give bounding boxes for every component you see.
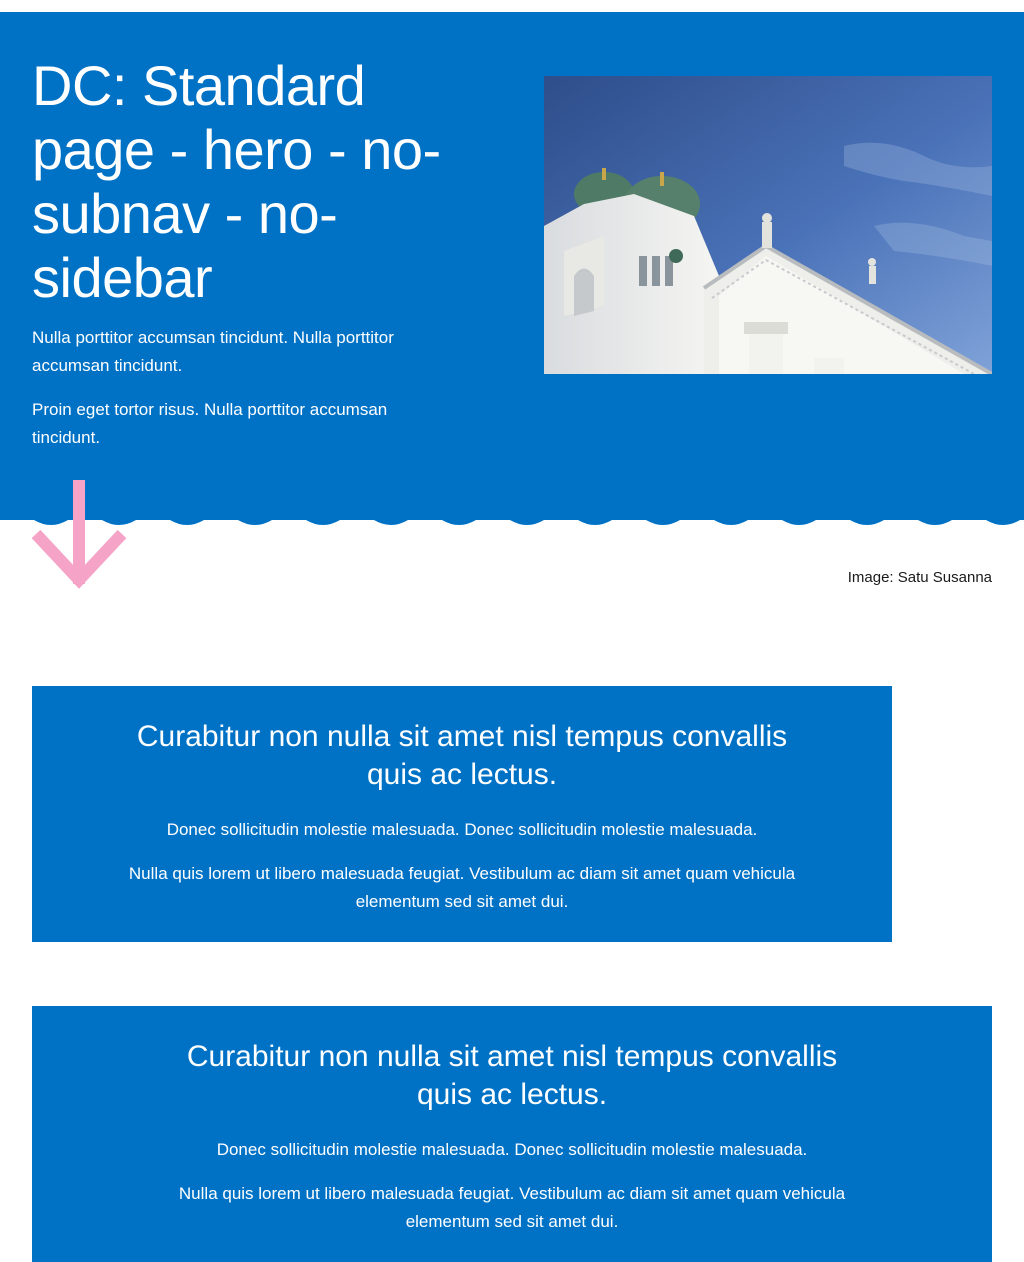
content-banner: Curabitur non nulla sit amet nisl tempus… <box>32 686 892 942</box>
banner-title: Curabitur non nulla sit amet nisl tempus… <box>186 1040 838 1111</box>
wave-divider <box>0 510 1024 525</box>
page: DC: Standard page - hero - no-subnav - n… <box>0 0 1024 1262</box>
banner-title: Curabitur non nulla sit amet nisl tempus… <box>136 720 788 791</box>
image-caption: Image: Satu Susanna <box>847 569 992 586</box>
banner-text: Nulla quis lorem ut libero malesuada feu… <box>178 1184 846 1231</box>
hero-image-cathedral <box>544 76 992 374</box>
banner-text: Donec sollicitudin molestie malesuada. D… <box>216 1140 808 1159</box>
page-title: DC: Standard page - hero - no-subnav - n… <box>32 54 441 309</box>
hero-paragraph: Nulla porttitor accumsan tincidunt. Null… <box>32 328 394 375</box>
banner-text: Nulla quis lorem ut libero malesuada feu… <box>128 864 796 911</box>
banner-text: Donec sollicitudin molestie malesuada. D… <box>166 820 758 839</box>
hero-paragraph: Proin eget tortor risus. Nulla porttitor… <box>32 400 388 447</box>
arrow-down-icon[interactable] <box>32 480 126 592</box>
content-banner: Curabitur non nulla sit amet nisl tempus… <box>32 1006 992 1262</box>
hero-section: DC: Standard page - hero - no-subnav - n… <box>0 12 1024 520</box>
